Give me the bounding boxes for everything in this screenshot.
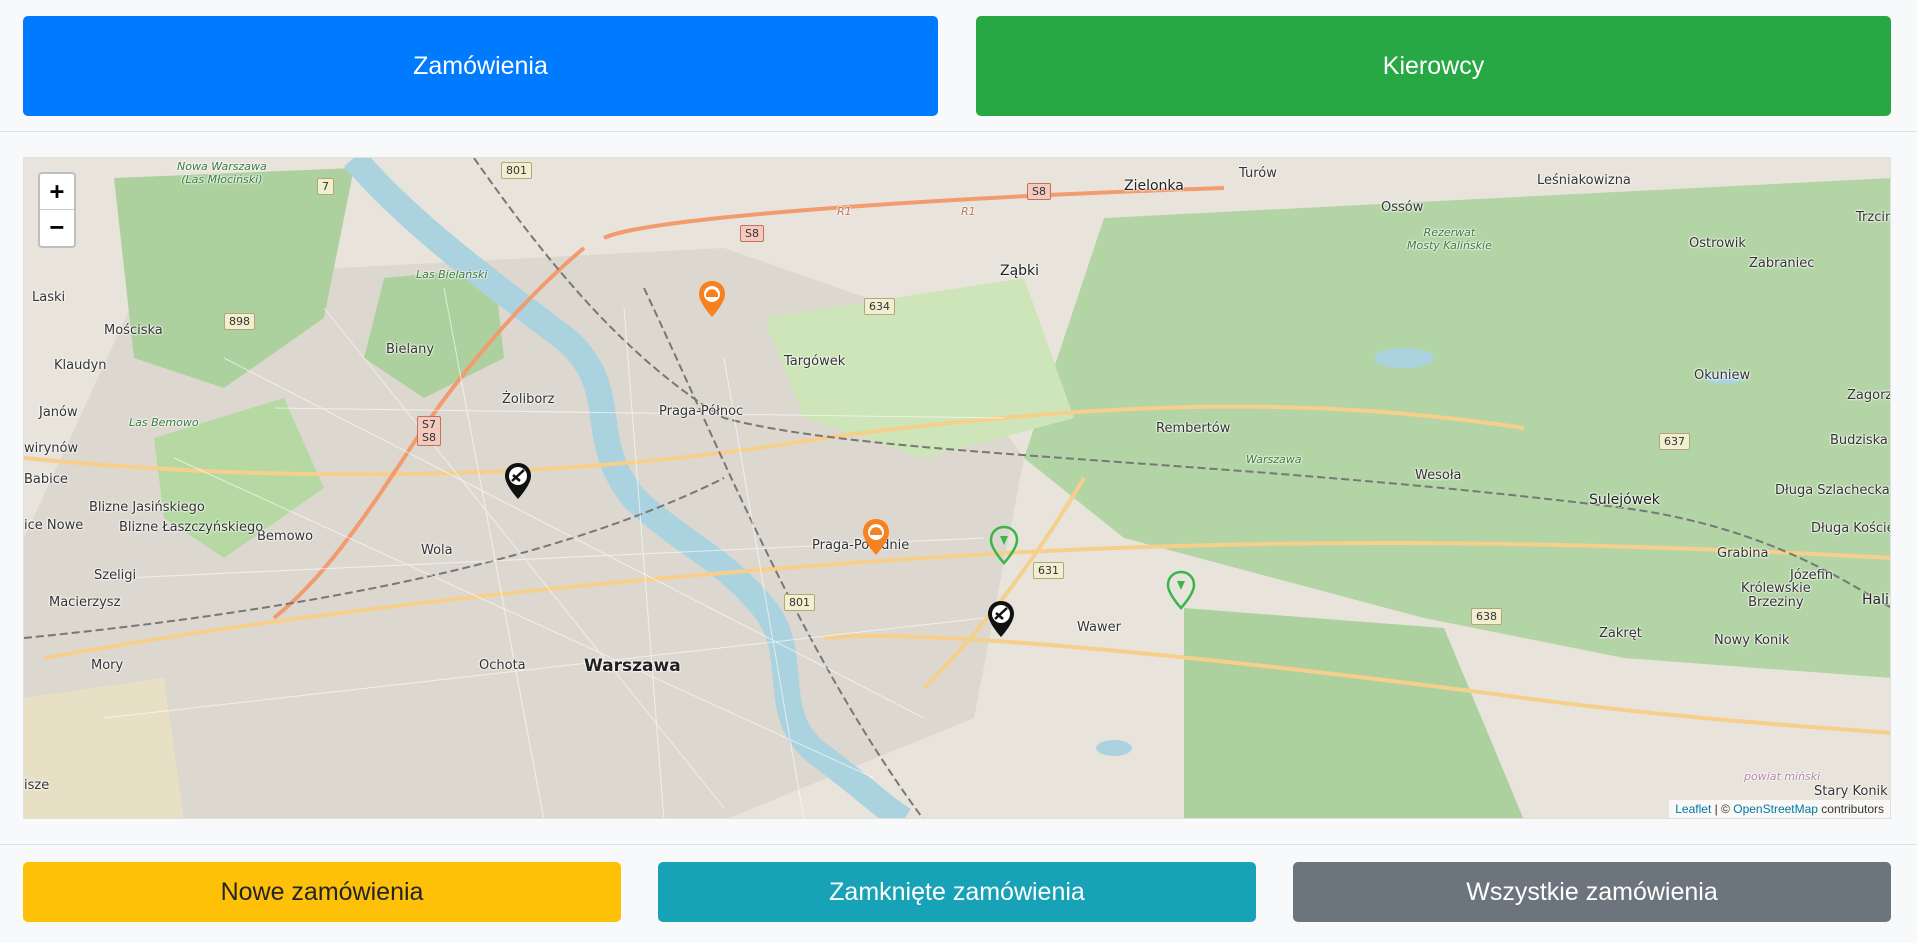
all-orders-button[interactable]: Wszystkie zamówienia: [1293, 862, 1891, 922]
shield-7: 7: [317, 178, 334, 195]
shield-801: 801: [501, 162, 532, 179]
shield-634: 634: [864, 298, 895, 315]
closed-orders-button[interactable]: Zamknięte zamówienia: [658, 862, 1256, 922]
attribution-suffix: contributors: [1817, 802, 1884, 816]
map-attribution: Leaflet | © OpenStreetMap contributors: [1669, 800, 1890, 818]
shield-631: 631: [1033, 562, 1064, 579]
zoom-control: + −: [38, 172, 76, 248]
order-marker-orange-2-icon[interactable]: [861, 517, 891, 557]
shield-s8-north: S8: [740, 225, 764, 242]
zoom-in-button[interactable]: +: [40, 174, 74, 210]
shield-637: 637: [1659, 433, 1690, 450]
closed-marker-black-icon[interactable]: [503, 461, 533, 501]
order-marker-orange-icon[interactable]: [697, 279, 727, 319]
shield-s8-east: S8: [1027, 183, 1051, 200]
attribution-separator: | ©: [1711, 802, 1734, 816]
driver-marker-green-icon[interactable]: [989, 525, 1019, 565]
shield-898: 898: [224, 313, 255, 330]
drivers-button[interactable]: Kierowcy: [976, 16, 1891, 116]
shield-638: 638: [1471, 608, 1502, 625]
filter-bar: Nowe zamówienia Zamknięte zamówienia Wsz…: [0, 844, 1917, 943]
osm-link[interactable]: OpenStreetMap: [1733, 802, 1818, 816]
map-tiles: [24, 158, 1890, 818]
zoom-out-button[interactable]: −: [40, 210, 74, 246]
driver-marker-green-2-icon[interactable]: [1166, 570, 1196, 610]
map[interactable]: Warszawa Zielonka Ząbki Targówek Praga-P…: [23, 157, 1891, 819]
closed-marker-black-2-icon[interactable]: [986, 599, 1016, 639]
shield-801-south: 801: [784, 594, 815, 611]
leaflet-link[interactable]: Leaflet: [1675, 802, 1711, 816]
top-nav: Zamówienia Kierowcy: [0, 0, 1917, 132]
shield-s7-s8: S7 S8: [417, 416, 441, 446]
new-orders-button[interactable]: Nowe zamówienia: [23, 862, 621, 922]
orders-button[interactable]: Zamówienia: [23, 16, 938, 116]
